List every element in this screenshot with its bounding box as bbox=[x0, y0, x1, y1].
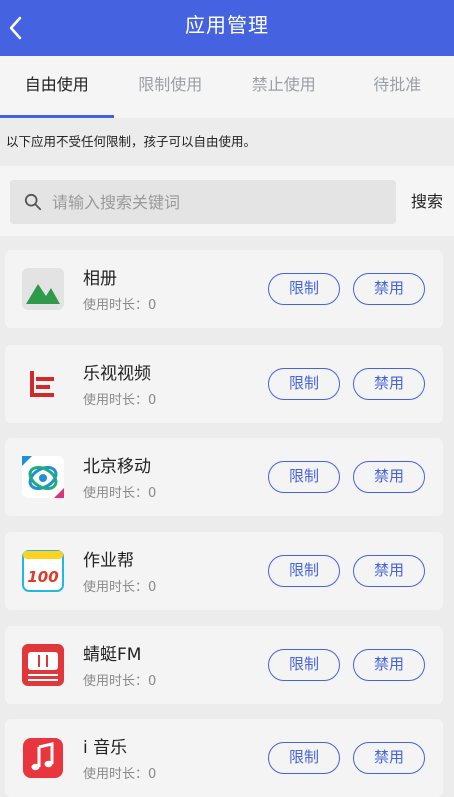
qingting-fm-icon bbox=[22, 642, 64, 688]
app-name: 乐视视频 bbox=[83, 359, 151, 384]
limit-button[interactable]: 限制 bbox=[268, 742, 340, 774]
tab-limited-use[interactable]: 限制使用 bbox=[114, 56, 228, 118]
ban-button[interactable]: 禁用 bbox=[353, 649, 425, 681]
app-name: 蜻蜓FM bbox=[83, 640, 141, 665]
list-item: 乐视视频 使用时长：0 限制 禁用 bbox=[5, 345, 443, 423]
page-title: 应用管理 bbox=[0, 0, 454, 50]
photo-album-icon bbox=[22, 266, 64, 312]
search-icon bbox=[24, 193, 42, 211]
limit-button[interactable]: 限制 bbox=[268, 273, 340, 305]
app-name: 作业帮 bbox=[83, 546, 134, 571]
limit-button[interactable]: 限制 bbox=[268, 461, 340, 493]
list-item: i 音乐 使用时长：0 限制 禁用 bbox=[5, 719, 443, 797]
limit-button[interactable]: 限制 bbox=[268, 368, 340, 400]
ban-button[interactable]: 禁用 bbox=[353, 555, 425, 587]
ban-button[interactable]: 禁用 bbox=[353, 273, 425, 305]
letv-video-icon bbox=[22, 361, 64, 407]
list-item: 100 作业帮 使用时长：0 限制 禁用 bbox=[5, 532, 443, 610]
usage-duration: 使用时长：0 bbox=[83, 389, 156, 408]
tab-pending-approval[interactable]: 待批准 bbox=[341, 56, 454, 118]
usage-duration: 使用时长：0 bbox=[83, 294, 156, 313]
i-music-icon bbox=[22, 735, 64, 781]
tab-bar: 自由使用 限制使用 禁止使用 待批准 bbox=[0, 56, 454, 118]
list-item: 相册 使用时长：0 限制 禁用 bbox=[5, 250, 443, 328]
search-bar: 搜索 bbox=[0, 166, 454, 236]
ban-button[interactable]: 禁用 bbox=[353, 461, 425, 493]
limit-button[interactable]: 限制 bbox=[268, 649, 340, 681]
notice-text: 以下应用不受任何限制，孩子可以自由使用。 bbox=[0, 118, 454, 166]
usage-duration: 使用时长：0 bbox=[83, 670, 156, 689]
svg-text:100: 100 bbox=[27, 568, 58, 586]
app-name: i 音乐 bbox=[83, 733, 127, 758]
list-item: 蜻蜓FM 使用时长：0 限制 禁用 bbox=[5, 626, 443, 704]
app-name: 相册 bbox=[83, 264, 117, 289]
usage-duration: 使用时长：0 bbox=[83, 576, 156, 595]
limit-button[interactable]: 限制 bbox=[268, 555, 340, 587]
app-header: 应用管理 bbox=[0, 0, 454, 56]
tab-forbidden-use[interactable]: 禁止使用 bbox=[227, 56, 341, 118]
list-item: 北京移动 使用时长：0 限制 禁用 bbox=[5, 438, 443, 516]
ban-button[interactable]: 禁用 bbox=[353, 742, 425, 774]
tab-free-use[interactable]: 自由使用 bbox=[0, 56, 114, 118]
search-input[interactable] bbox=[50, 192, 374, 213]
search-box[interactable] bbox=[10, 180, 396, 224]
ban-button[interactable]: 禁用 bbox=[353, 368, 425, 400]
usage-duration: 使用时长：0 bbox=[83, 763, 156, 782]
search-button[interactable]: 搜索 bbox=[404, 180, 450, 224]
app-name: 北京移动 bbox=[83, 452, 151, 477]
usage-duration: 使用时长：0 bbox=[83, 482, 156, 501]
china-mobile-icon bbox=[22, 454, 64, 500]
zuoyebang-icon: 100 bbox=[22, 548, 64, 594]
